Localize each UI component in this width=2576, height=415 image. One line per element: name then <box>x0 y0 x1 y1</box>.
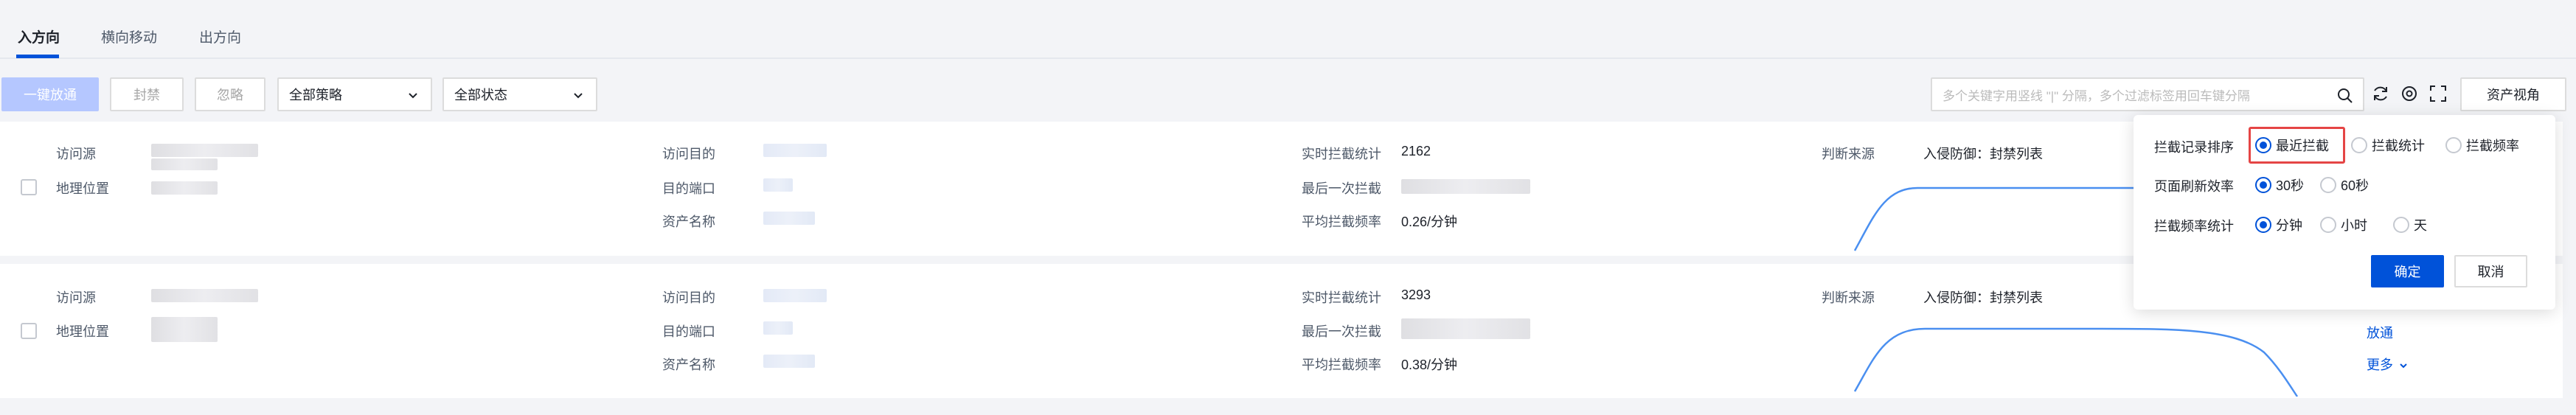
geo-value-redacted <box>151 181 218 195</box>
freq-option-minute[interactable]: 分钟 <box>2255 215 2302 234</box>
radio-icon <box>2393 217 2409 233</box>
realtime-count-value: 3293 <box>1401 287 1431 302</box>
asset-label: 资产名称 <box>662 215 715 229</box>
realtime-count-label: 实时拦截统计 <box>1302 147 1381 161</box>
tab-lateral[interactable]: 横向移动 <box>101 27 157 46</box>
chevron-down-icon <box>409 93 417 99</box>
frequency-label: 拦截频率统计 <box>2154 219 2234 234</box>
judge-source-label: 判断来源 <box>1822 147 1875 161</box>
asset-label: 资产名称 <box>662 358 715 372</box>
source-value-redacted <box>151 289 258 302</box>
avg-rate-value: 0.38/分钟 <box>1401 358 1458 372</box>
refresh-icon[interactable] <box>2371 84 2390 103</box>
geo-value-redacted <box>151 317 218 342</box>
allow-link[interactable]: 放通 <box>2367 323 2393 342</box>
refresh-label: 页面刷新效率 <box>2154 179 2234 194</box>
port-value-redacted <box>763 321 793 335</box>
radio-icon <box>2320 177 2336 193</box>
sort-label: 拦截记录排序 <box>2154 140 2234 155</box>
radio-icon <box>2320 217 2336 233</box>
ignore-button[interactable]: 忽略 <box>195 77 265 111</box>
last-block-value-redacted <box>1401 318 1530 339</box>
row-checkbox[interactable] <box>21 323 37 339</box>
target-value-redacted <box>763 289 827 302</box>
more-link-label: 更多 <box>2367 358 2393 372</box>
direction-tabs: 入方向 横向移动 出方向 <box>0 0 2576 59</box>
allow-all-button[interactable]: 一键放通 <box>1 77 99 111</box>
search-placeholder: 多个关键字用竖线 "|" 分隔，多个过滤标签用回车键分隔 <box>1943 88 2250 103</box>
search-input[interactable]: 多个关键字用竖线 "|" 分隔，多个过滤标签用回车键分隔 <box>1931 77 2364 111</box>
settings-icon[interactable] <box>2400 84 2419 103</box>
radio-checked-icon <box>2255 217 2271 233</box>
sort-option-highlight <box>2249 127 2345 164</box>
freq-option-label: 小时 <box>2341 218 2367 233</box>
search-icon[interactable] <box>2336 87 2354 105</box>
radio-icon <box>2445 137 2462 153</box>
avg-rate-value: 0.26/分钟 <box>1401 215 1458 229</box>
last-block-label: 最后一次拦截 <box>1302 324 1381 339</box>
last-block-label: 最后一次拦截 <box>1302 181 1381 196</box>
source-value-redacted <box>151 158 218 170</box>
avg-rate-label: 平均拦截频率 <box>1302 215 1381 229</box>
strategy-select[interactable]: 全部策略 <box>277 77 432 111</box>
source-label: 访问源 <box>56 147 96 161</box>
freq-option-hour[interactable]: 小时 <box>2320 215 2367 234</box>
realtime-count-label: 实时拦截统计 <box>1302 290 1381 305</box>
geo-label: 地理位置 <box>56 181 109 196</box>
port-label: 目的端口 <box>662 181 715 196</box>
freq-option-label: 天 <box>2414 218 2427 233</box>
source-value-redacted <box>151 144 258 157</box>
asset-value-redacted <box>763 212 815 225</box>
realtime-count-value: 2162 <box>1401 144 1431 158</box>
source-label: 访问源 <box>56 290 96 305</box>
status-select[interactable]: 全部状态 <box>442 77 597 111</box>
judge-source-value: 入侵防御：封禁列表 <box>1923 147 2043 161</box>
refresh-option-label: 30秒 <box>2276 178 2305 193</box>
radio-checked-icon <box>2255 177 2271 193</box>
target-label: 访问目的 <box>662 290 715 305</box>
block-trend-sparkline <box>1853 327 2299 397</box>
fullscreen-icon[interactable] <box>2429 84 2448 103</box>
radio-icon <box>2351 137 2367 153</box>
port-label: 目的端口 <box>662 324 715 339</box>
more-link[interactable]: 更多 <box>2367 355 2409 374</box>
judge-source-value: 入侵防御：封禁列表 <box>1923 290 2043 305</box>
confirm-button[interactable]: 确定 <box>2371 255 2444 287</box>
tab-inbound[interactable]: 入方向 <box>18 27 60 46</box>
row-checkbox[interactable] <box>21 179 37 195</box>
sort-option-count[interactable]: 拦截统计 <box>2351 136 2425 155</box>
block-button[interactable]: 封禁 <box>110 77 184 111</box>
port-value-redacted <box>763 178 793 192</box>
refresh-option-60s[interactable]: 60秒 <box>2320 175 2369 195</box>
target-label: 访问目的 <box>662 147 715 161</box>
refresh-option-30s[interactable]: 30秒 <box>2255 175 2304 195</box>
strategy-select-value: 全部策略 <box>289 88 342 102</box>
target-value-redacted <box>763 144 827 157</box>
last-block-value-redacted <box>1401 179 1530 194</box>
tab-outbound[interactable]: 出方向 <box>199 27 241 46</box>
sort-option-label: 拦截频率 <box>2466 139 2519 153</box>
sort-option-frequency[interactable]: 拦截频率 <box>2445 136 2519 155</box>
refresh-option-label: 60秒 <box>2341 178 2370 193</box>
status-select-value: 全部状态 <box>454 88 507 102</box>
chevron-down-icon <box>2400 363 2407 369</box>
block-trend-sparkline <box>1853 186 2135 251</box>
geo-label: 地理位置 <box>56 324 109 339</box>
cancel-button[interactable]: 取消 <box>2454 255 2527 287</box>
freq-option-label: 分钟 <box>2276 218 2302 233</box>
sort-option-label: 拦截统计 <box>2372 139 2425 153</box>
avg-rate-label: 平均拦截频率 <box>1302 358 1381 372</box>
freq-option-day[interactable]: 天 <box>2393 215 2427 234</box>
asset-value-redacted <box>763 355 815 368</box>
asset-view-button[interactable]: 资产视角 <box>2460 77 2566 111</box>
judge-source-label: 判断来源 <box>1822 290 1875 305</box>
chevron-down-icon <box>574 93 583 99</box>
active-tab-indicator <box>16 55 59 58</box>
